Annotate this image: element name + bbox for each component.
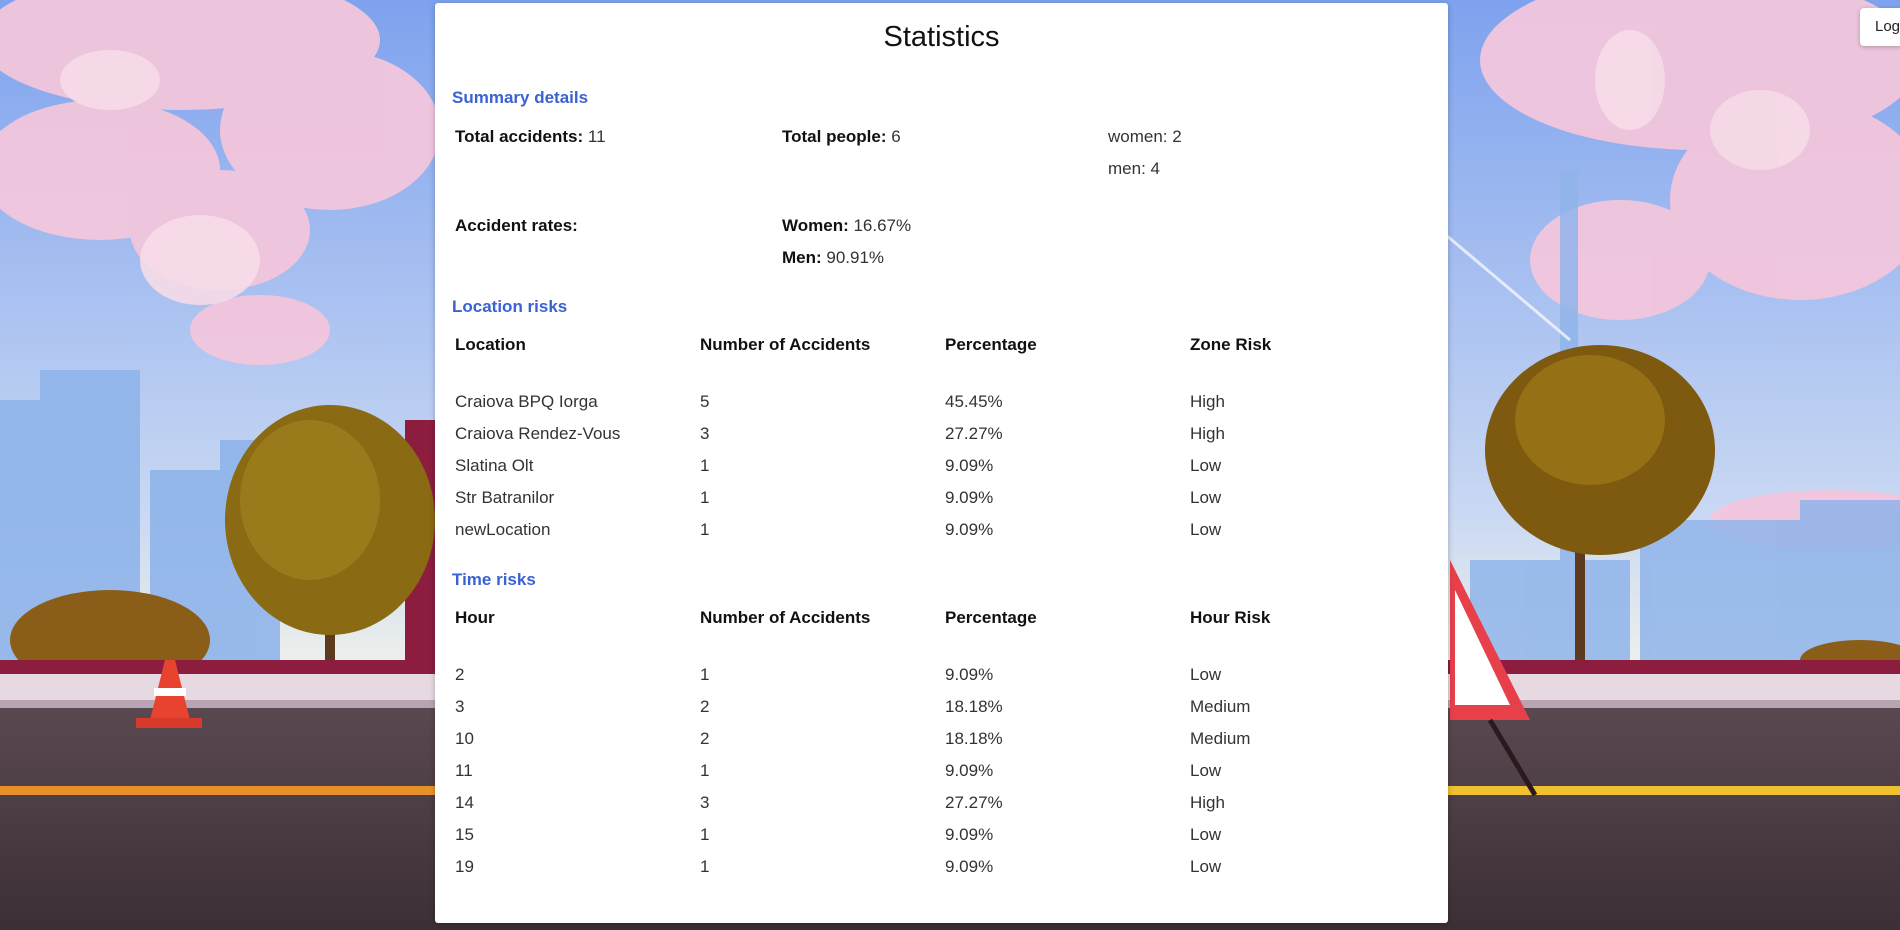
total-people-label: Total people: xyxy=(782,127,887,146)
hour-cell: 14 xyxy=(455,793,474,812)
location-cell: Craiova BPQ Iorga xyxy=(455,392,598,411)
logout-button[interactable]: Logout xyxy=(1860,8,1900,46)
accidents-cell: 1 xyxy=(700,665,710,684)
table-row: Str Batranilor 1 9.09% Low xyxy=(455,485,1428,511)
hour-cell: 2 xyxy=(455,665,465,684)
table-row: Craiova Rendez-Vous 3 27.27% High xyxy=(455,421,1428,447)
percentage-cell: 27.27% xyxy=(945,793,1003,812)
time-header-accidents: Number of Accidents xyxy=(700,608,871,627)
time-header-hour-risk: Hour Risk xyxy=(1190,608,1271,627)
percentage-cell: 9.09% xyxy=(945,761,994,780)
total-accidents-label: Total accidents: xyxy=(455,127,584,146)
accidents-cell: 5 xyxy=(700,392,710,411)
percentage-cell: 18.18% xyxy=(945,729,1003,748)
hour-risk-cell: Medium xyxy=(1190,729,1251,748)
men-count: men: 4 xyxy=(1108,159,1160,178)
percentage-cell: 9.09% xyxy=(945,520,994,539)
location-cell: Str Batranilor xyxy=(455,488,555,507)
accidents-cell: 1 xyxy=(700,761,710,780)
table-row: newLocation 1 9.09% Low xyxy=(455,517,1428,543)
total-accidents: Total accidents: 11 xyxy=(455,124,606,150)
hour-risk-cell: Low xyxy=(1190,665,1222,684)
accidents-cell: 2 xyxy=(700,697,710,716)
percentage-cell: 18.18% xyxy=(945,697,1003,716)
hour-cell: 11 xyxy=(455,761,473,780)
accidents-cell: 1 xyxy=(700,825,710,844)
total-people-value: 6 xyxy=(886,127,901,146)
men-rate-label: Men: xyxy=(782,248,822,267)
time-table-header: Hour Number of Accidents Percentage Hour… xyxy=(455,605,1428,631)
location-cell: newLocation xyxy=(455,520,551,539)
hour-risk-cell: Low xyxy=(1190,857,1222,876)
time-header-percentage: Percentage xyxy=(945,608,1037,627)
location-table-header: Location Number of Accidents Percentage … xyxy=(455,332,1428,358)
hour-risk-cell: Low xyxy=(1190,825,1222,844)
table-row: 3 2 18.18% Medium xyxy=(455,694,1428,720)
table-row: 11 1 9.09% Low xyxy=(455,758,1428,784)
hour-risk-cell: High xyxy=(1190,793,1225,812)
accidents-cell: 1 xyxy=(700,456,710,475)
percentage-cell: 27.27% xyxy=(945,424,1003,443)
men-rate-value: 90.91% xyxy=(821,248,885,267)
accidents-cell: 1 xyxy=(700,857,710,876)
percentage-cell: 9.09% xyxy=(945,488,994,507)
percentage-cell: 9.09% xyxy=(945,456,994,475)
accidents-cell: 1 xyxy=(700,520,710,539)
hour-cell: 15 xyxy=(455,825,474,844)
accidents-cell: 1 xyxy=(700,488,710,507)
zone-risk-cell: Low xyxy=(1190,488,1222,507)
location-header-location: Location xyxy=(455,335,526,354)
location-header-accidents: Number of Accidents xyxy=(700,335,871,354)
total-people: Total people: 6 xyxy=(782,124,901,150)
women-count: women: 2 xyxy=(1108,127,1182,146)
location-risks-title: Location risks xyxy=(452,297,568,316)
hour-risk-cell: Low xyxy=(1190,761,1222,780)
table-row: 10 2 18.18% Medium xyxy=(455,726,1428,752)
table-row: 2 1 9.09% Low xyxy=(455,662,1428,688)
percentage-cell: 9.09% xyxy=(945,857,994,876)
men-rate: Men: 90.91% xyxy=(782,245,884,271)
zone-risk-cell: High xyxy=(1190,392,1225,411)
time-risks-title: Time risks xyxy=(452,570,536,589)
table-row: 15 1 9.09% Low xyxy=(455,822,1428,848)
accidents-cell: 2 xyxy=(700,729,710,748)
location-header-zone-risk: Zone Risk xyxy=(1190,335,1272,354)
hour-cell: 10 xyxy=(455,729,474,748)
percentage-cell: 9.09% xyxy=(945,665,994,684)
location-cell: Slatina Olt xyxy=(455,456,534,475)
page-title: Statistics xyxy=(883,21,1000,53)
women-rate-value: 16.67% xyxy=(848,216,912,235)
women-rate-label: Women: xyxy=(782,216,849,235)
percentage-cell: 45.45% xyxy=(945,392,1003,411)
statistics-card: Statistics Summary details Total acciden… xyxy=(435,3,1448,923)
zone-risk-cell: High xyxy=(1190,424,1225,443)
table-row: Craiova BPQ Iorga 5 45.45% High xyxy=(455,389,1428,415)
table-row: Slatina Olt 1 9.09% Low xyxy=(455,453,1428,479)
accidents-cell: 3 xyxy=(700,424,710,443)
percentage-cell: 9.09% xyxy=(945,825,994,844)
table-row: 19 1 9.09% Low xyxy=(455,854,1428,880)
location-header-percentage: Percentage xyxy=(945,335,1037,354)
zone-risk-cell: Low xyxy=(1190,456,1222,475)
hour-risk-cell: Medium xyxy=(1190,697,1251,716)
hour-cell: 3 xyxy=(455,697,465,716)
accident-rates-label: Accident rates: xyxy=(455,216,578,235)
time-header-hour: Hour xyxy=(455,608,495,627)
women-rate: Women: 16.67% xyxy=(782,213,911,239)
table-row: 14 3 27.27% High xyxy=(455,790,1428,816)
accidents-cell: 3 xyxy=(700,793,710,812)
summary-details-title: Summary details xyxy=(452,88,589,107)
zone-risk-cell: Low xyxy=(1190,520,1222,539)
total-accidents-value: 11 xyxy=(583,127,606,146)
location-cell: Craiova Rendez-Vous xyxy=(455,424,621,443)
hour-cell: 19 xyxy=(455,857,474,876)
